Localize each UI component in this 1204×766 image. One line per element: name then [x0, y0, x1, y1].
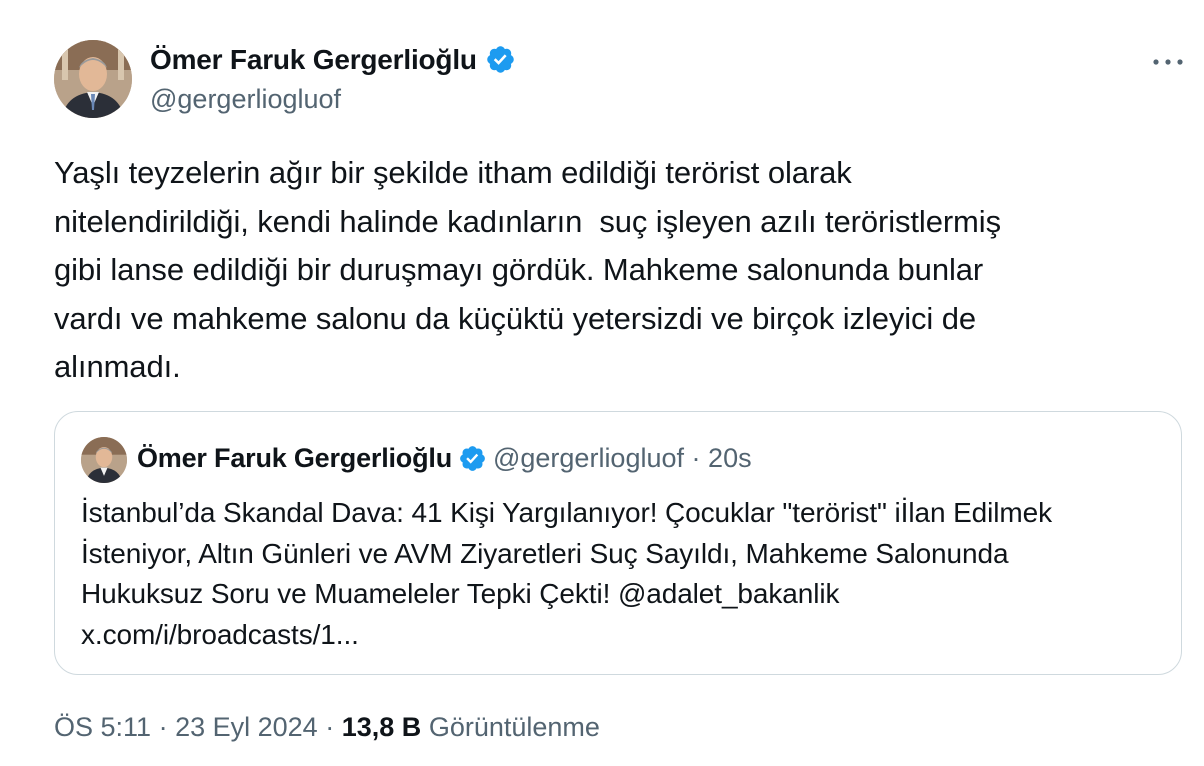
meta-separator: · — [158, 712, 168, 742]
quoted-handle[interactable]: @gergerliogluof — [493, 443, 684, 473]
avatar[interactable] — [54, 40, 132, 118]
quoted-avatar-photo — [81, 437, 127, 483]
quoted-author-name[interactable]: Ömer Faruk Gergerlioğlu — [137, 443, 452, 473]
views-count[interactable]: 13,8 B — [342, 712, 422, 742]
tweet-meta: ÖS 5:11 · 23 Eyl 2024 · 13,8 B Görüntüle… — [54, 712, 600, 743]
author-handle[interactable]: @gergerliogluof — [150, 84, 341, 115]
quoted-verified-badge-icon — [458, 444, 487, 473]
quoted-header: Ömer Faruk Gergerlioğlu @gergerliogluof ·… — [137, 443, 752, 474]
avatar-photo — [54, 40, 132, 118]
tweet-text: Yaşlı teyzelerin ağır bir şekilde itham … — [54, 155, 1001, 384]
views-label: Görüntülenme — [428, 712, 600, 742]
author-name[interactable]: Ömer Faruk Gergerlioğlu — [150, 44, 516, 76]
author-name-text: Ömer Faruk Gergerlioğlu — [150, 44, 477, 75]
quoted-avatar[interactable] — [81, 437, 127, 483]
quoted-tweet[interactable]: Ömer Faruk Gergerlioğlu @gergerliogluof ·… — [54, 411, 1182, 675]
tweet-card: Ömer Faruk Gergerlioğlu @gergerliogluof … — [0, 0, 1204, 766]
quoted-text: İstanbul’da Skandal Dava: 41 Kişi Yargıl… — [81, 497, 1052, 650]
meta-separator: · — [325, 712, 335, 742]
quoted-separator: · — [691, 443, 701, 473]
post-time[interactable]: ÖS 5:11 — [54, 712, 151, 742]
more-icon[interactable] — [1150, 52, 1186, 72]
verified-badge-icon[interactable] — [485, 44, 516, 75]
post-date[interactable]: 23 Eyl 2024 — [175, 712, 318, 742]
quoted-time[interactable]: 20s — [708, 443, 752, 473]
